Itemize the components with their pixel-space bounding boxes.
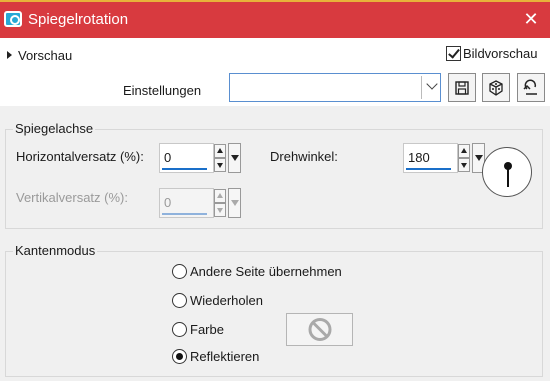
mirror-axis-title: Spiegelachse	[13, 121, 96, 136]
rotation-angle-input[interactable]: 180	[403, 143, 458, 173]
increment-arrow-icon[interactable]	[214, 144, 226, 158]
rotation-angle-label: Drehwinkel:	[270, 149, 338, 164]
window-title: Spiegelrotation	[28, 11, 129, 28]
preview-toggle[interactable]: Vorschau	[7, 48, 72, 63]
reset-icon	[523, 79, 537, 95]
radio-label: Farbe	[190, 322, 224, 337]
horizontal-offset-input[interactable]: 0	[159, 143, 214, 173]
vertical-offset-input: 0	[159, 188, 214, 218]
increment-arrow-icon	[214, 189, 226, 203]
save-icon	[455, 80, 469, 95]
no-color-icon	[308, 318, 332, 341]
radio-repeat[interactable]: Wiederholen	[172, 293, 263, 308]
decrement-arrow-icon	[214, 203, 226, 217]
horizontal-offset-stepper[interactable]: 0	[159, 143, 243, 173]
dice-icon	[489, 79, 503, 96]
radio-other-side[interactable]: Andere Seite übernehmen	[172, 264, 342, 279]
decrement-arrow-icon[interactable]	[214, 158, 226, 172]
settings-dropdown[interactable]	[229, 73, 441, 102]
expand-arrow-icon	[7, 51, 12, 59]
title-bar: Spiegelrotation ✕	[0, 0, 550, 38]
stepper-arrows[interactable]	[457, 143, 471, 173]
edge-mode-title: Kantenmodus	[13, 243, 98, 258]
stepper-arrows	[213, 188, 227, 218]
radio-circle-icon[interactable]	[172, 293, 187, 308]
stepper-arrows[interactable]	[213, 143, 227, 173]
settings-panel: Vorschau Bildvorschau Einstellungen	[0, 38, 550, 106]
save-preset-button[interactable]	[448, 73, 476, 102]
radio-color[interactable]: Farbe	[172, 322, 224, 337]
radio-reflect[interactable]: Reflektieren	[172, 349, 259, 364]
dropdown-arrow-icon	[228, 188, 241, 218]
checkbox-icon[interactable]	[446, 46, 461, 61]
reset-button[interactable]	[517, 73, 545, 102]
close-icon[interactable]: ✕	[520, 8, 542, 30]
preview-label: Vorschau	[18, 48, 73, 63]
dropdown-separator	[421, 76, 422, 99]
radio-label: Reflektieren	[190, 349, 260, 364]
chevron-down-icon[interactable]	[426, 78, 438, 90]
rotation-dial[interactable]	[482, 147, 532, 197]
camera-app-icon	[4, 11, 22, 27]
bildvorschau-checkbox[interactable]: Bildvorschau	[446, 46, 537, 61]
decrement-arrow-icon[interactable]	[458, 158, 470, 172]
radio-circle-icon[interactable]	[172, 264, 187, 279]
edge-color-swatch[interactable]	[286, 313, 353, 346]
radio-label: Andere Seite übernehmen	[190, 264, 342, 279]
radio-circle-icon[interactable]	[172, 322, 187, 337]
dial-knob	[504, 162, 512, 170]
radio-circle-icon[interactable]	[172, 349, 187, 364]
settings-label: Einstellungen	[123, 83, 202, 98]
vertical-offset-stepper: 0	[159, 188, 243, 218]
vertical-offset-label: Vertikalversatz (%):	[16, 190, 128, 205]
rotation-angle-stepper[interactable]: 180	[403, 143, 487, 173]
dropdown-arrow-icon[interactable]	[228, 143, 241, 173]
randomize-button[interactable]	[482, 73, 510, 102]
horizontal-offset-label: Horizontalversatz (%):	[16, 149, 144, 164]
bildvorschau-label: Bildvorschau	[463, 46, 538, 61]
increment-arrow-icon[interactable]	[458, 144, 470, 158]
radio-label: Wiederholen	[190, 293, 263, 308]
